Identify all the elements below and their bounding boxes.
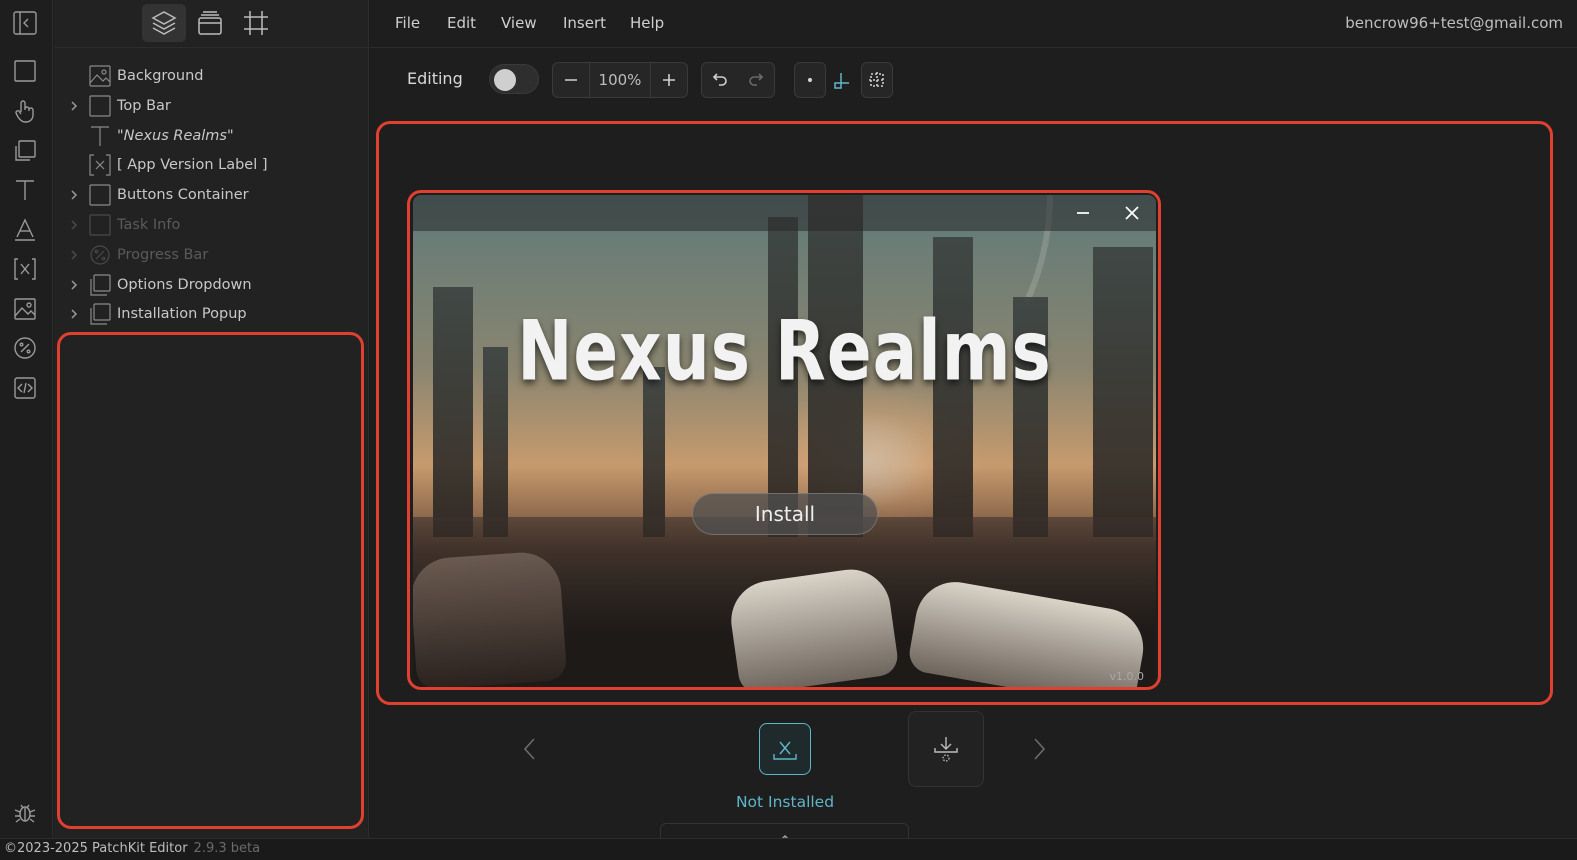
chevron-right-icon[interactable] [68, 189, 80, 201]
stack-icon [88, 302, 112, 326]
copy-shape-icon[interactable] [8, 134, 42, 168]
layer-item[interactable]: "Nexus Realms" [54, 122, 354, 150]
grid-snap-wrap [862, 63, 892, 97]
menu-edit[interactable]: Edit [447, 14, 476, 32]
snap-point-button[interactable] [794, 62, 826, 98]
layer-label: Buttons Container [117, 187, 249, 204]
user-email[interactable]: bencrow96+test@gmail.com [1345, 14, 1563, 32]
collapse-panel-icon[interactable] [8, 6, 42, 40]
editing-toggle[interactable] [489, 64, 539, 94]
rectangle-icon[interactable] [8, 54, 42, 88]
layer-label: Task Info [117, 217, 181, 233]
undo-button[interactable] [702, 63, 738, 97]
highlight-empty-layers-area [57, 332, 364, 829]
menu-bar: File Edit View Insert Help bencrow96+tes… [370, 0, 1577, 48]
percent-icon[interactable] [8, 331, 42, 365]
layer-item[interactable]: Background [54, 62, 354, 90]
stack-icon [88, 273, 112, 297]
layer-item[interactable]: Options Dropdown [54, 271, 354, 299]
tool-rail [0, 0, 53, 838]
snap-guides-icon[interactable] [832, 72, 850, 90]
state-not-installed-card[interactable] [759, 723, 811, 775]
status-footer: ©2023-2025 PatchKit Editor 2.9.3 beta [0, 838, 1577, 860]
redo-icon [749, 73, 764, 86]
container-icon [88, 213, 112, 237]
highlight-launcher-preview [407, 190, 1161, 690]
menu-help[interactable]: Help [630, 14, 664, 32]
hand-pointer-icon[interactable] [8, 94, 42, 128]
editor-app: Background Top Bar "Nexus Realms" [ App Ver… [0, 0, 1577, 860]
debug-bug-icon[interactable] [8, 796, 42, 830]
layer-item[interactable]: Buttons Container [54, 181, 354, 209]
state-installing-card[interactable] [908, 711, 984, 787]
zoom-out-button[interactable] [553, 63, 589, 97]
menu-insert[interactable]: Insert [563, 14, 606, 32]
snap-point-wrap [795, 63, 825, 97]
layer-item[interactable]: [ App Version Label ] [54, 151, 354, 179]
chevron-right-icon[interactable] [68, 219, 80, 231]
variable-icon [88, 153, 112, 177]
menu-file[interactable]: File [395, 14, 420, 32]
percent-icon [88, 243, 112, 267]
layer-label: [ App Version Label ] [117, 157, 268, 174]
undo-icon [712, 73, 727, 86]
copyright-text: ©2023-2025 PatchKit Editor [4, 841, 188, 856]
grid-icon [869, 72, 885, 88]
chevron-right-icon [1034, 738, 1046, 760]
code-icon[interactable] [8, 371, 42, 405]
text-icon[interactable] [8, 173, 42, 207]
font-icon[interactable] [8, 212, 42, 246]
chevron-right-icon[interactable] [68, 249, 80, 261]
chevron-right-icon[interactable] [68, 279, 80, 291]
layers-tab[interactable] [142, 4, 186, 42]
zoom-control: 100% [552, 62, 688, 98]
not-installed-icon [773, 741, 797, 760]
plus-icon [663, 74, 675, 86]
history-control [701, 62, 775, 98]
previous-state-arrow[interactable] [518, 735, 542, 763]
layer-label: Installation Popup [117, 306, 247, 323]
editing-label: Editing [407, 69, 463, 88]
variable-icon[interactable] [8, 252, 42, 286]
grid-snap-button[interactable] [861, 62, 893, 98]
toggle-knob [494, 69, 516, 91]
layer-item[interactable]: Task Info [54, 211, 354, 239]
layer-label: Progress Bar [117, 246, 209, 263]
layer-item[interactable]: Top Bar [54, 92, 354, 120]
container-icon [88, 183, 112, 207]
zoom-in-button[interactable] [651, 63, 687, 97]
layer-label: Top Bar [117, 97, 171, 114]
layer-label: Background [117, 68, 204, 84]
text-icon [88, 124, 112, 148]
layer-label: "Nexus Realms" [117, 127, 234, 144]
minus-icon [565, 79, 577, 81]
layers-panel-tabs [54, 0, 369, 48]
current-state-label: Not Installed [735, 793, 835, 811]
container-icon [88, 94, 112, 118]
image-icon[interactable] [8, 292, 42, 326]
layers-icon [151, 11, 177, 35]
layer-item[interactable]: Installation Popup [54, 300, 354, 328]
point-icon [807, 77, 813, 83]
layer-label: Options Dropdown [117, 276, 252, 293]
chevron-right-icon[interactable] [68, 100, 80, 112]
image-icon [88, 64, 112, 88]
zoom-value[interactable]: 100% [590, 63, 650, 97]
editor-toolbar: Editing 100% [370, 48, 1577, 112]
next-state-arrow[interactable] [1027, 735, 1051, 763]
frame-icon [244, 11, 268, 35]
chevron-left-icon [523, 738, 535, 760]
layer-item[interactable]: Progress Bar [54, 241, 354, 269]
chevron-right-icon[interactable] [68, 308, 80, 320]
assets-tab[interactable] [188, 4, 232, 42]
menu-view[interactable]: View [501, 14, 537, 32]
assets-icon [198, 11, 222, 35]
frame-tab[interactable] [234, 4, 278, 42]
download-progress-icon [934, 737, 958, 762]
editor-version: 2.9.3 beta [193, 841, 261, 856]
redo-button[interactable] [738, 63, 774, 97]
